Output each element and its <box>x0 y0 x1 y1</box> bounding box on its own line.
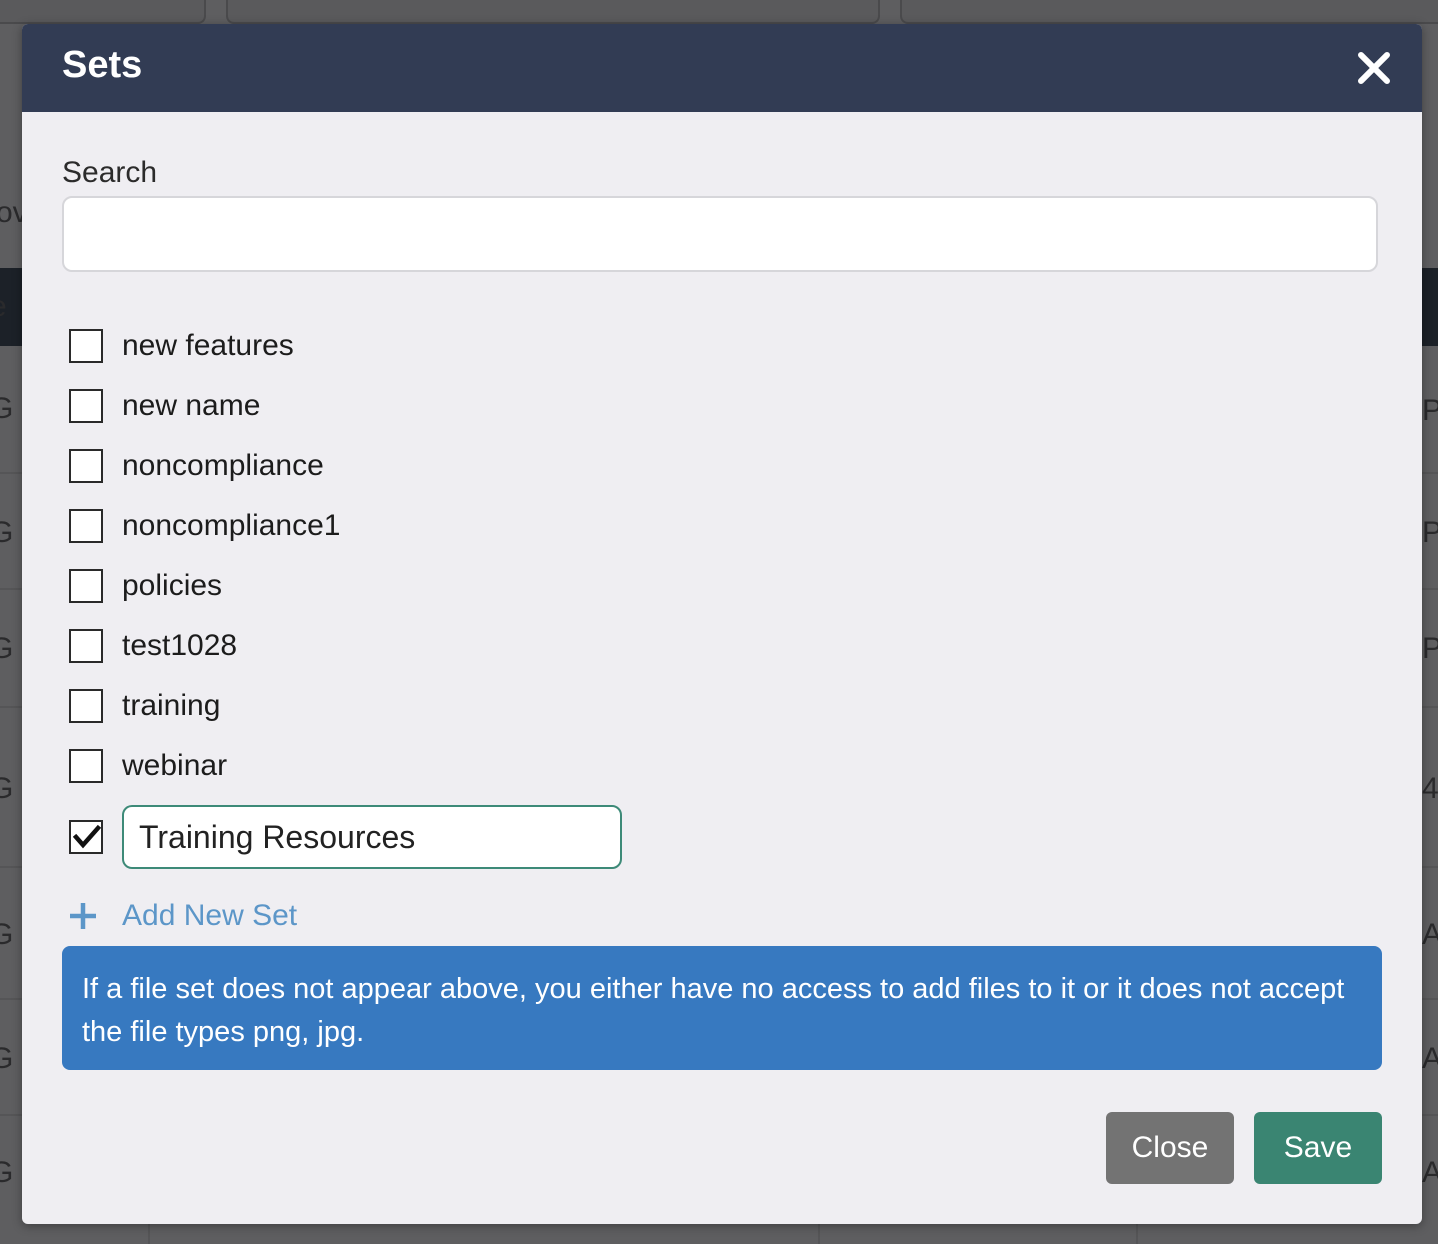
set-item-new-name[interactable]: new name <box>62 376 340 436</box>
set-item-training[interactable]: training <box>62 676 340 736</box>
background-text: e <box>0 290 7 324</box>
background-text: G <box>0 392 14 425</box>
set-checkbox[interactable] <box>69 629 103 663</box>
sets-modal: Sets Search new features new name noncom… <box>22 24 1422 1224</box>
new-set-row <box>62 805 622 869</box>
save-button[interactable]: Save <box>1254 1112 1382 1184</box>
modal-title: Sets <box>62 44 143 86</box>
background-text: 4 <box>1422 772 1438 805</box>
background-text: G <box>0 1042 14 1075</box>
set-checkbox[interactable] <box>69 569 103 603</box>
background-text: G <box>0 772 14 805</box>
background-tab <box>900 0 1438 24</box>
close-icon[interactable] <box>1356 50 1392 86</box>
set-label: new features <box>122 329 294 362</box>
background-text: P <box>1422 632 1438 665</box>
checkmark-icon <box>73 824 101 849</box>
background-text: P <box>1422 516 1438 549</box>
search-label: Search <box>62 156 158 189</box>
set-item-noncompliance[interactable]: noncompliance <box>62 436 340 496</box>
add-new-set-link[interactable]: Add New Set <box>68 894 297 938</box>
background-text: G <box>0 1156 14 1189</box>
close-button[interactable]: Close <box>1106 1112 1234 1184</box>
new-set-checkbox[interactable] <box>69 820 103 854</box>
background-tab <box>226 0 880 24</box>
set-item-webinar[interactable]: webinar <box>62 736 340 796</box>
set-checkbox[interactable] <box>69 449 103 483</box>
modal-header: Sets <box>22 24 1422 112</box>
set-item-policies[interactable]: policies <box>62 556 340 616</box>
background-text: A <box>1422 1042 1438 1075</box>
background-text: P <box>1422 394 1438 427</box>
background-text: A <box>1422 1156 1438 1189</box>
set-checkbox[interactable] <box>69 749 103 783</box>
set-item-noncompliance1[interactable]: noncompliance1 <box>62 496 340 556</box>
set-checkbox[interactable] <box>69 689 103 723</box>
set-label: noncompliance <box>122 449 324 482</box>
set-checkbox[interactable] <box>69 509 103 543</box>
add-new-set-label: Add New Set <box>122 899 298 932</box>
background-text: G <box>0 632 14 665</box>
set-label: policies <box>122 569 223 602</box>
info-alert: If a file set does not appear above, you… <box>62 946 1382 1070</box>
set-checkbox[interactable] <box>69 389 103 423</box>
set-item-test1028[interactable]: test1028 <box>62 616 340 676</box>
background-text: G <box>0 918 14 951</box>
set-checkbox[interactable] <box>69 329 103 363</box>
new-set-name-input[interactable] <box>122 805 622 869</box>
set-label: new name <box>122 389 261 422</box>
set-list: new features new name noncompliance nonc… <box>62 316 340 796</box>
background-tab <box>0 0 206 24</box>
set-label: webinar <box>122 749 228 782</box>
search-input[interactable] <box>62 196 1378 272</box>
background-text: A <box>1422 918 1438 951</box>
plus-icon <box>70 903 96 929</box>
background-text: G <box>0 516 14 549</box>
set-item-new-features[interactable]: new features <box>62 316 340 376</box>
set-label: test1028 <box>122 629 238 662</box>
set-label: training <box>122 689 221 722</box>
close-icon-svg <box>1358 52 1390 84</box>
set-label: noncompliance1 <box>122 509 341 542</box>
